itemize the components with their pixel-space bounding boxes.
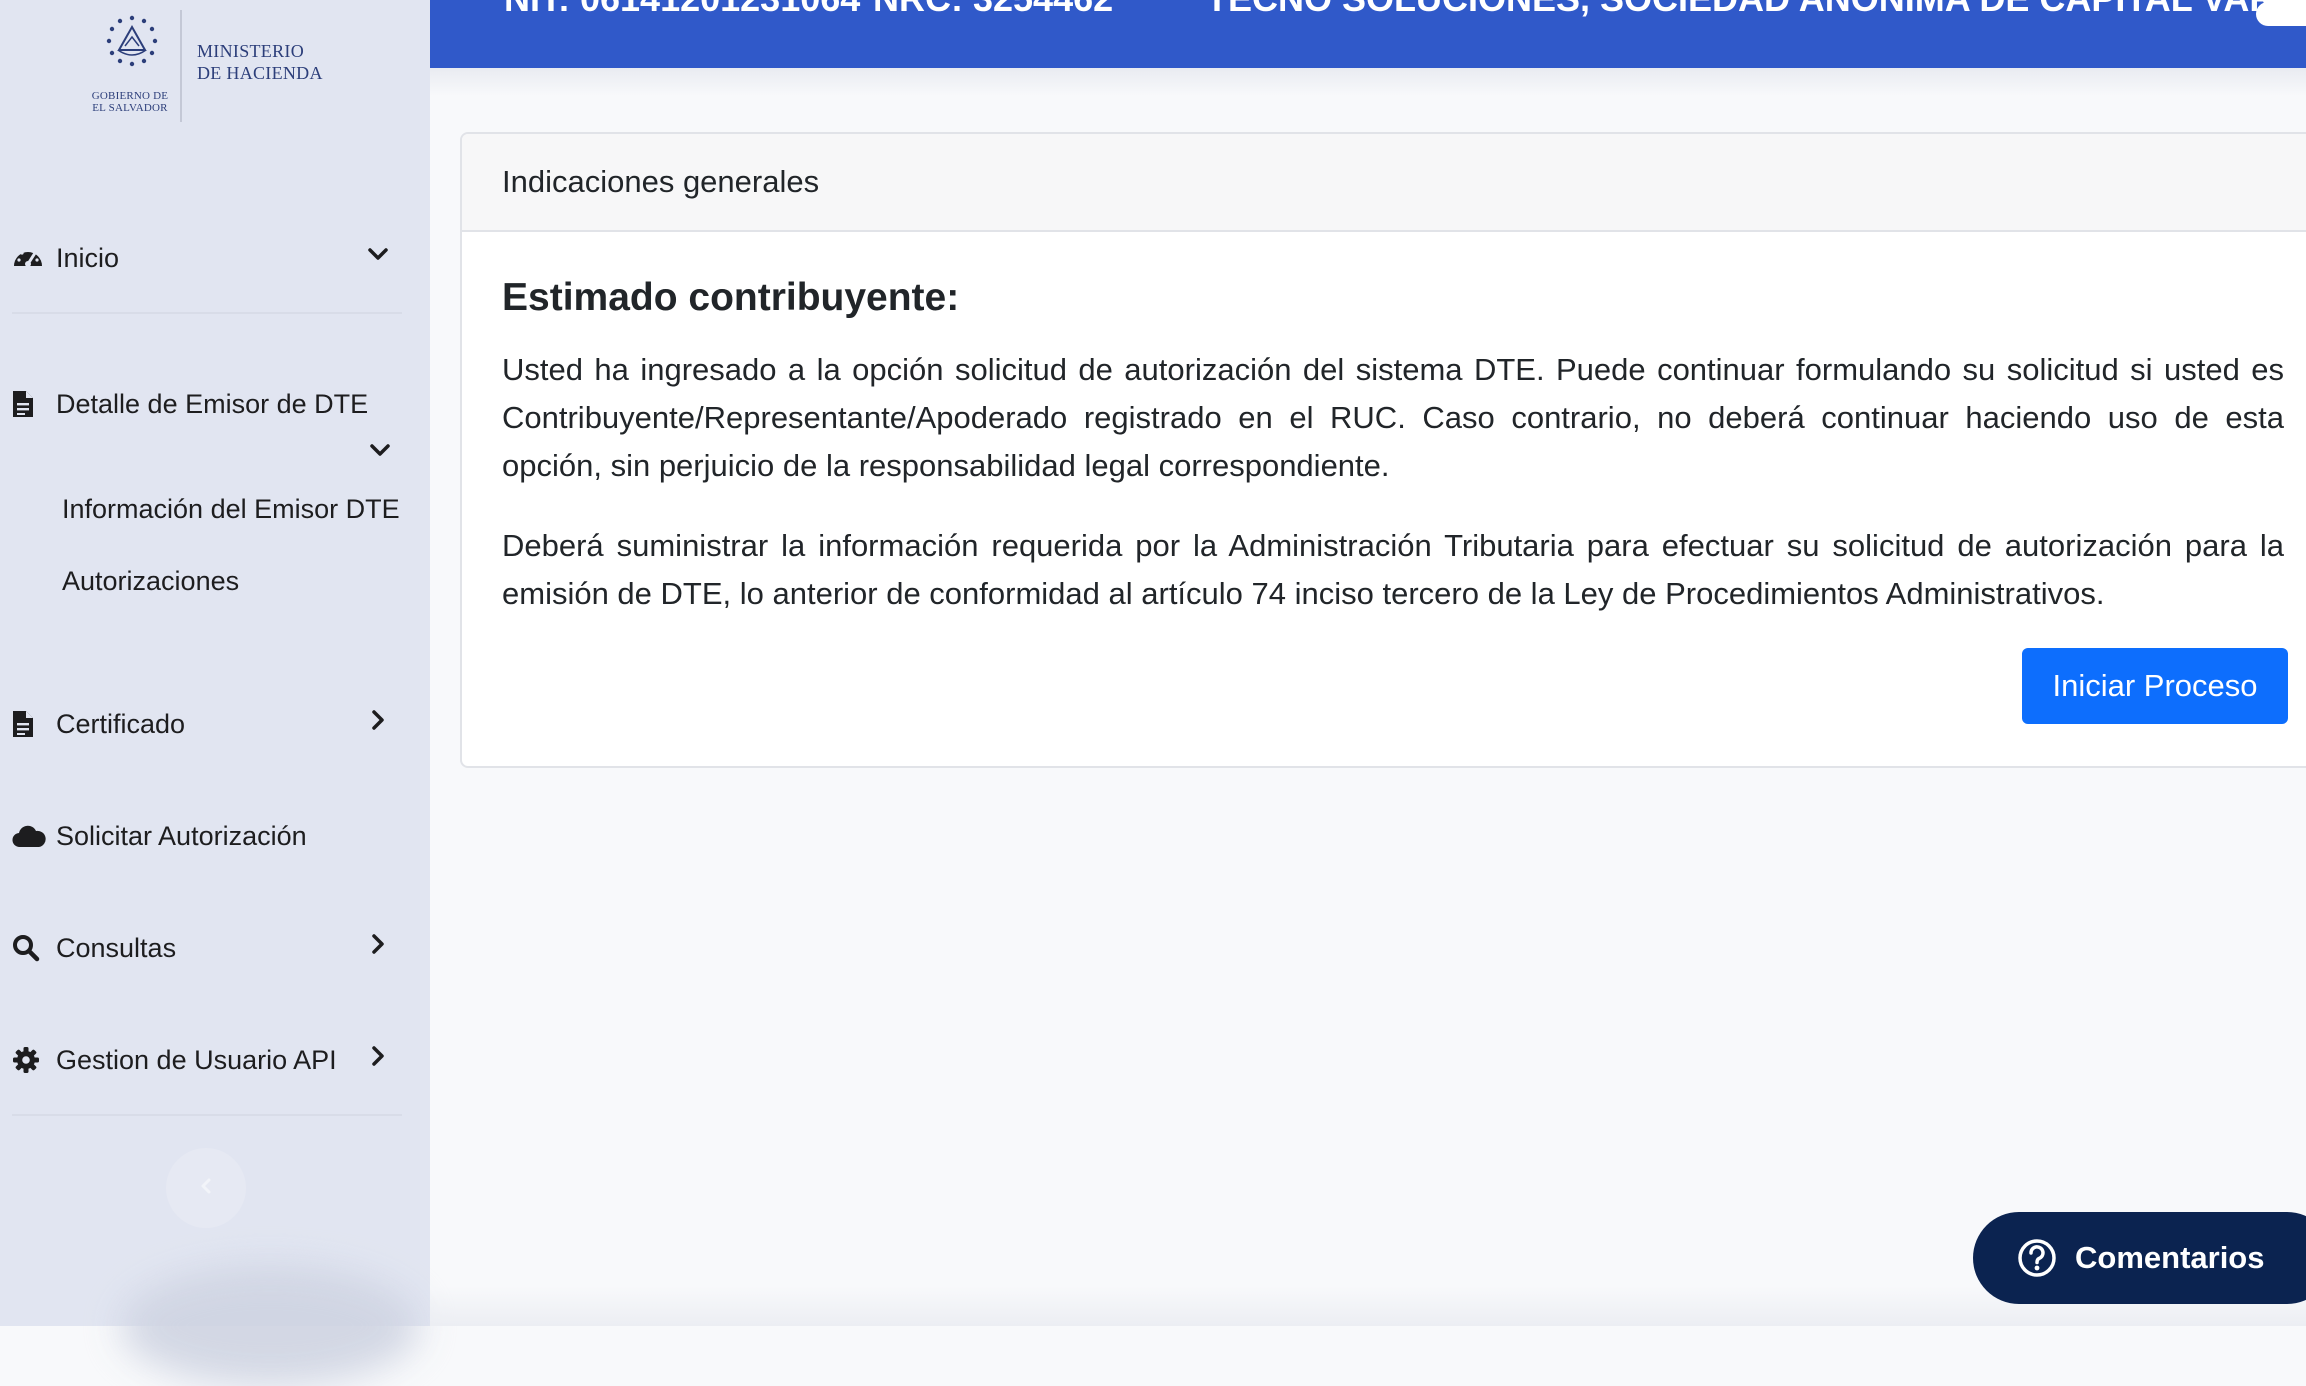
sidebar-item-label: Gestion de Usuario API [56, 1044, 337, 1075]
chevron-down-icon[interactable] [368, 438, 392, 467]
file-text-icon [12, 708, 48, 740]
logo-title-line2: DE HACIENDA [197, 63, 323, 83]
card-title: Estimado contribuyente: [502, 276, 960, 319]
chevron-left-icon [196, 1176, 216, 1201]
speedometer-icon [12, 242, 48, 274]
nrc-text: NRC: 3254462 [873, 0, 1113, 20]
sidebar-item-solicitar-autorizacion[interactable]: Solicitar Autorización [12, 812, 402, 860]
logo-divider [180, 10, 182, 122]
logo-sub-line1: GOBIERNO DE [91, 90, 169, 102]
sidebar-item-label: Detalle de Emisor de DTE [56, 388, 369, 419]
logo-title: MINISTERIO DE HACIENDA [197, 40, 397, 84]
sidebar-item-label: Consultas [56, 932, 177, 963]
logo-title-line1: MINISTERIO [197, 41, 304, 61]
general-instructions-card: Indicaciones generales Estimado contribu… [460, 132, 2306, 768]
nit-text: NIT: 06141201231064 [504, 0, 860, 20]
comentarios-button[interactable]: Comentarios [1973, 1212, 2306, 1304]
top-header-bar: NIT: 06141201231064 NRC: 3254462 TECNO S… [430, 0, 2306, 68]
sidebar-item-label: Solicitar Autorización [56, 820, 307, 851]
cloud-icon[interactable] [2254, 0, 2306, 35]
company-name-text: TECNO SOLUCIONES, SOCIEDAD ANONIMA DE CA… [1206, 0, 2306, 20]
sidebar-divider [12, 1114, 402, 1116]
search-icon [12, 932, 48, 964]
el-salvador-seal-icon [106, 15, 158, 67]
sidebar-item-consultas[interactable]: Consultas [12, 924, 402, 972]
iniciar-proceso-button[interactable]: Iniciar Proceso [2022, 648, 2288, 724]
comentarios-label: Comentarios [2075, 1240, 2265, 1275]
chevron-right-icon [366, 1044, 390, 1075]
chevron-down-icon [366, 242, 390, 273]
logo-country-text: GOBIERNO DE EL SALVADOR [86, 90, 174, 114]
sidebar-item-label: Certificado [56, 708, 186, 739]
chevron-right-icon [366, 932, 390, 963]
chevron-right-icon [366, 708, 390, 739]
sidebar-shadow [120, 1266, 420, 1386]
card-paragraph-2: Deberá suministrar la información requer… [502, 528, 2284, 611]
cloud-icon [12, 820, 48, 852]
sidebar-subitem-informacion-emisor[interactable]: Información del Emisor DTE [62, 494, 400, 525]
sidebar: GOBIERNO DE EL SALVADOR MINISTERIO DE HA… [0, 0, 430, 1386]
sidebar-item-gestion-usuario-api[interactable]: Gestion de Usuario API [12, 1036, 402, 1084]
card-paragraph-1: Usted ha ingresado a la opción solicitud… [502, 352, 2284, 483]
card-header: Indicaciones generales [462, 134, 2306, 232]
sidebar-item-certificado[interactable]: Certificado [12, 700, 402, 748]
sidebar-item-label: Inicio [56, 242, 120, 273]
sidebar-collapse-button[interactable] [166, 1148, 246, 1228]
gear-icon [12, 1044, 48, 1076]
sidebar-subitem-autorizaciones[interactable]: Autorizaciones [62, 566, 239, 597]
sidebar-divider [12, 312, 402, 314]
logo-sub-line2: EL SALVADOR [92, 102, 168, 114]
sidebar-item-detalle-emisor[interactable]: Detalle de Emisor de DTE [12, 380, 402, 428]
header-shadow [430, 68, 2306, 96]
file-text-icon [12, 388, 48, 420]
sidebar-item-inicio[interactable]: Inicio [12, 234, 402, 282]
question-circle-icon [2017, 1238, 2057, 1278]
